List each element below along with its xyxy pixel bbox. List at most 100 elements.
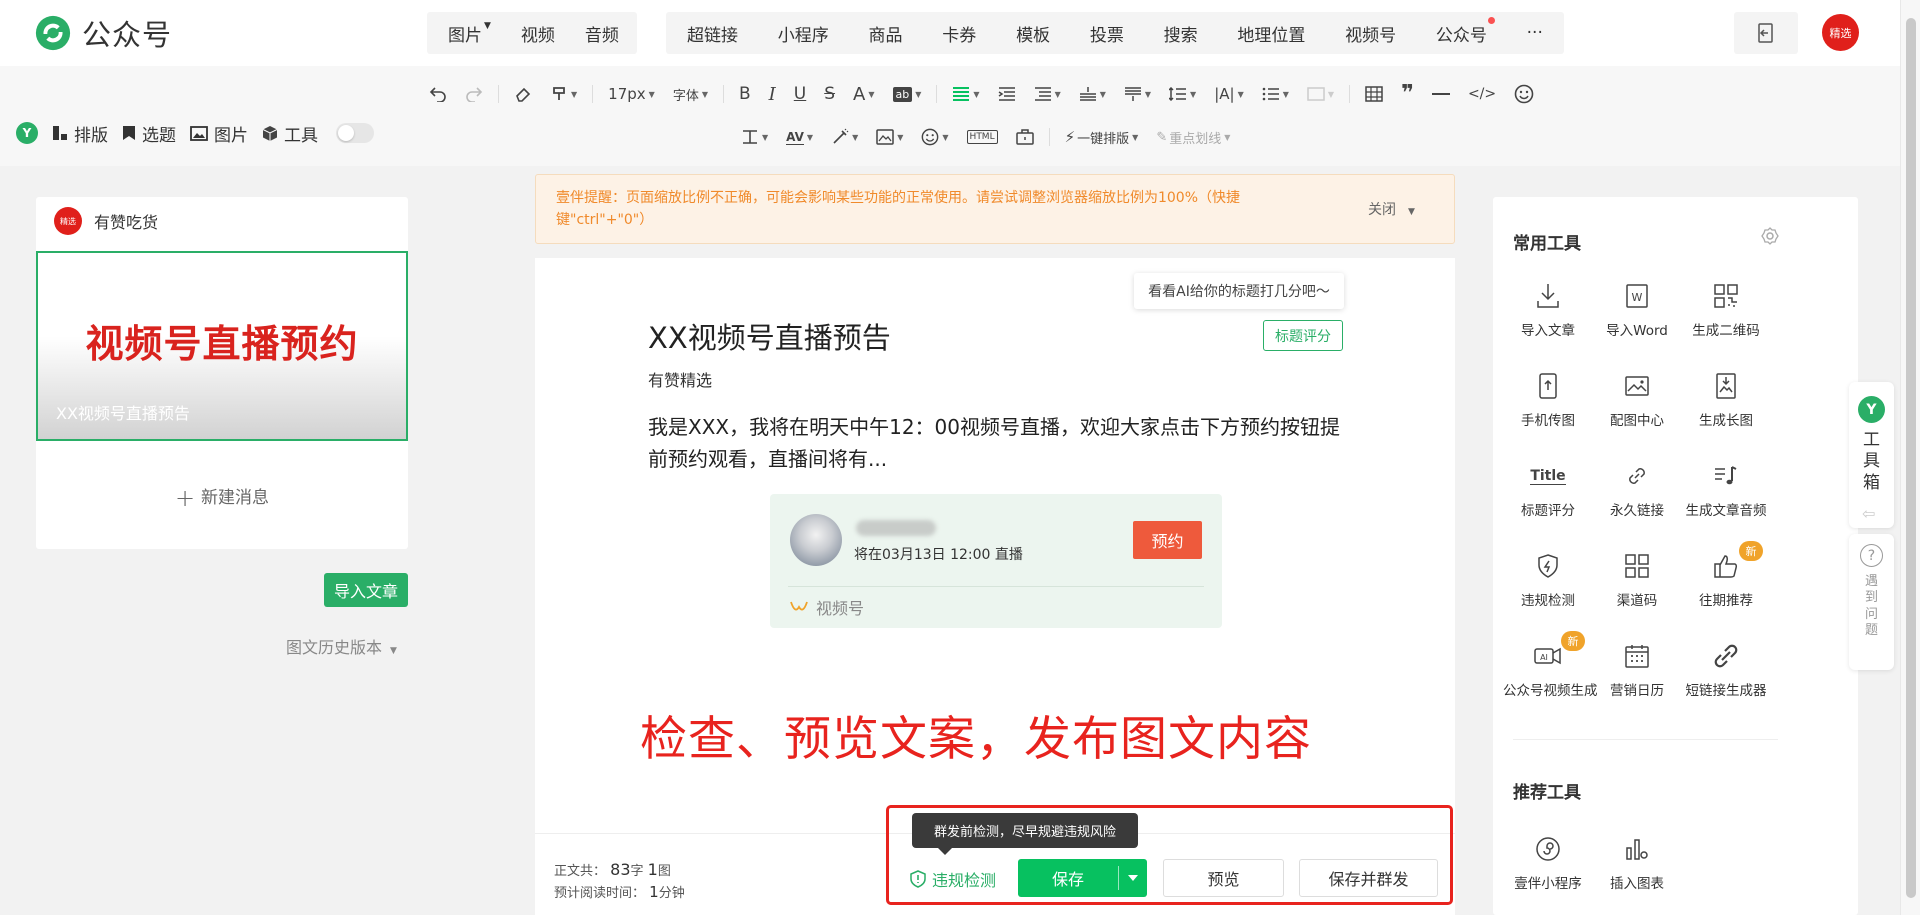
toolkit-button[interactable] — [1007, 122, 1043, 152]
bold-button[interactable]: B — [730, 79, 760, 109]
nav-item-insert-2[interactable]: 商品 — [854, 21, 918, 46]
table-button[interactable] — [1356, 79, 1392, 109]
tool-link[interactable]: 永久链接 — [1592, 459, 1682, 519]
spacing-before-button[interactable]: ▼ — [1070, 79, 1115, 109]
nav-item-0[interactable]: 图片 ▼ — [433, 21, 506, 46]
exit-button[interactable] — [1734, 12, 1798, 54]
tool-phone-upload[interactable]: 手机传图 — [1503, 369, 1593, 429]
tool-chart[interactable]: 插入图表 — [1592, 832, 1682, 892]
nav-item-insert-6[interactable]: 搜索 — [1149, 21, 1213, 46]
left-tool-1[interactable]: 选题 — [122, 121, 176, 146]
reserve-button[interactable]: 预约 — [1133, 521, 1202, 559]
violation-check-button[interactable]: 违规检测 — [910, 867, 996, 891]
phone-upload-icon — [1503, 369, 1593, 403]
tool-import[interactable]: 导入文章 — [1503, 279, 1593, 339]
clear-format-button[interactable] — [505, 79, 541, 109]
user-avatar[interactable]: 精选 — [1822, 14, 1859, 51]
font-size-value: 17px — [608, 85, 646, 103]
nav-item-insert-8[interactable]: 视频号 — [1330, 21, 1411, 46]
redo-button[interactable] — [456, 79, 492, 109]
char-spacing-button[interactable]: AV ▼ — [777, 122, 822, 152]
html-button[interactable]: HTML — [958, 122, 1007, 152]
one-click-layout-button[interactable]: ⚡ 一键排版 ▼ — [1056, 122, 1148, 152]
align-button[interactable]: ▼ — [943, 79, 988, 109]
nav-item-insert-3[interactable]: 卡券 — [927, 21, 991, 46]
toolbar-toggle[interactable] — [336, 123, 374, 143]
shield-icon — [1503, 549, 1593, 583]
font-color-button[interactable]: A ▼ — [844, 79, 883, 109]
insert-image-button[interactable]: ▼ — [867, 122, 912, 152]
underline-button[interactable]: U — [785, 79, 815, 109]
tool-short-link[interactable]: 短链接生成器 — [1681, 639, 1771, 699]
format-painter-button[interactable]: ▼ — [541, 79, 586, 109]
tool-miniprogram[interactable]: 壹伴小程序 — [1503, 832, 1593, 892]
spacing-after-button[interactable]: ▼ — [1115, 79, 1160, 109]
magic-button[interactable]: ▼ — [822, 122, 867, 152]
title-score-icon-text: Title — [1530, 467, 1566, 485]
italic-button[interactable]: I — [760, 79, 785, 109]
divider-line-button[interactable] — [1423, 79, 1459, 109]
paragraph-spacing-button[interactable]: ▼ — [1025, 79, 1070, 109]
tool-qrcode[interactable]: 生成二维码 — [1681, 279, 1771, 339]
emoji-button[interactable] — [1505, 79, 1543, 109]
tool-ai-video[interactable]: AI 新公众号视频生成 — [1503, 631, 1598, 699]
save-button[interactable]: 保存 — [1018, 859, 1147, 897]
border-button[interactable]: ▼ — [1298, 79, 1343, 109]
nav-item-insert-1[interactable]: 小程序 — [763, 21, 844, 46]
warning-close-button[interactable]: 关闭 ▼ — [1368, 199, 1415, 219]
scrollbar-thumb[interactable] — [1906, 18, 1916, 898]
nav-item-insert-0[interactable]: 超链接 — [672, 21, 753, 46]
article-author[interactable]: 有赞精选 — [648, 367, 712, 391]
tools-settings-button[interactable] — [1761, 227, 1779, 245]
article-body[interactable]: 我是XXX，我将在明天中午12：00视频号直播，欢迎大家点击下方预约按钮提前预约… — [648, 411, 1348, 475]
line-height-button[interactable]: ▼ — [1160, 79, 1205, 109]
tool-channel-code[interactable]: 渠道码 — [1592, 549, 1682, 609]
nav-item-insert-5[interactable]: 投票 — [1075, 21, 1139, 46]
code-button[interactable]: </> — [1459, 79, 1505, 109]
left-tool-0[interactable]: 排版 — [52, 121, 108, 146]
font-family-select[interactable]: 字体 ▼ — [664, 79, 717, 109]
left-tool-2[interactable]: 图片 — [190, 121, 248, 146]
history-versions-dropdown[interactable]: 图文历史版本 ▼ — [286, 634, 397, 658]
toolbox-tab[interactable]: Y 工具箱 ⇦ — [1849, 382, 1894, 528]
text-indent-button[interactable]: ▼ — [732, 122, 777, 152]
tool-word[interactable]: W 导入Word — [1592, 279, 1682, 339]
nav-item-insert-7[interactable]: 地理位置 — [1222, 21, 1320, 46]
help-tab[interactable]: ? 遇到问题 — [1849, 534, 1894, 670]
quote-button[interactable]: ❞ — [1392, 79, 1423, 109]
preview-button[interactable]: 预览 — [1163, 859, 1284, 897]
new-message-button[interactable]: + 新建消息 — [36, 483, 408, 512]
nav-item-insert-9[interactable]: 公众号 — [1421, 16, 1502, 46]
save-and-send-button[interactable]: 保存并群发 — [1299, 859, 1438, 897]
nav-item-insert-4[interactable]: 模板 — [1001, 21, 1065, 46]
page-scrollbar[interactable] — [1900, 0, 1920, 915]
tool-audio[interactable]: 生成文章音频 — [1681, 459, 1771, 519]
undo-button[interactable] — [420, 79, 456, 109]
panel-divider — [1513, 739, 1778, 740]
letter-spacing-button[interactable]: |A| ▼ — [1205, 79, 1253, 109]
tool-thumb-up[interactable]: 新往期推荐 — [1681, 541, 1771, 609]
sticker-button[interactable]: ▼ — [912, 122, 957, 152]
tool-title-score[interactable]: Title 标题评分 — [1503, 459, 1593, 520]
strikethrough-button[interactable]: S — [815, 79, 844, 109]
list-button[interactable]: ▼ — [1253, 79, 1298, 109]
title-score-button[interactable]: 标题评分 — [1263, 320, 1343, 351]
tool-long-image[interactable]: 生成长图 — [1681, 369, 1771, 429]
tool-shield[interactable]: 违规检测 — [1503, 549, 1593, 609]
live-reservation-card[interactable]: 将在03月13日 12:00 直播 预约 视频号 — [770, 494, 1222, 628]
article-title[interactable]: XX视频号直播预告 — [648, 315, 891, 357]
import-article-button[interactable]: 导入文章 — [324, 573, 408, 607]
font-size-select[interactable]: 17px ▼ — [599, 79, 664, 109]
indent-button[interactable] — [989, 79, 1025, 109]
new-badge: 新 — [1739, 541, 1763, 561]
left-tool-3[interactable]: 工具 — [262, 121, 318, 146]
nav-item-1[interactable]: 视频 — [506, 21, 570, 46]
tool-calendar[interactable]: 营销日历 — [1592, 639, 1682, 699]
tool-image-center[interactable]: 配图中心 — [1592, 369, 1682, 429]
nav-item-2[interactable]: 音频 — [570, 21, 634, 46]
save-dropdown-toggle[interactable] — [1119, 875, 1147, 881]
highlight-color-button[interactable]: ab ▼ — [884, 79, 931, 109]
article-cover-thumbnail[interactable]: 视频号直播预约 XX视频号直播预告 — [36, 251, 408, 441]
highlight-line-button[interactable]: ✎ 重点划线 ▼ — [1147, 122, 1239, 152]
nav-item-insert-10[interactable]: ··· — [1512, 23, 1558, 43]
